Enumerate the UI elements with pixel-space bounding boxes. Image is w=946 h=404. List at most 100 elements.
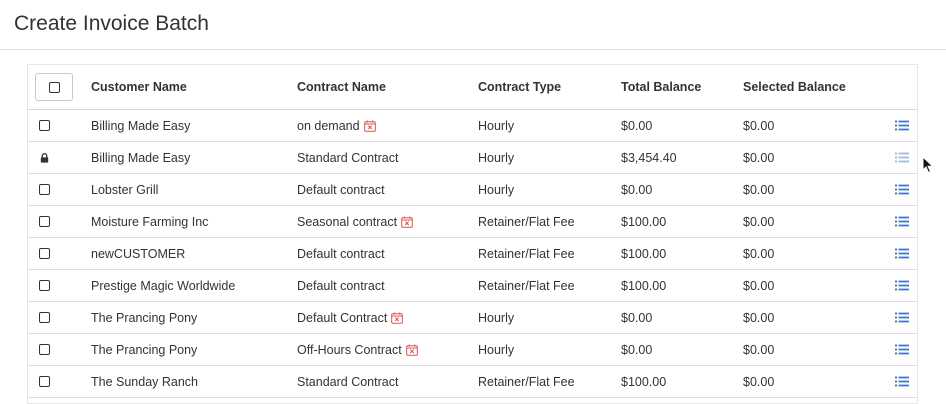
customer-name: Billing Made Easy [91,118,191,133]
total-balance: $0.00 [621,310,653,325]
contract-name-cell: Default contract [297,270,385,301]
row-select-checkbox[interactable] [38,174,50,205]
customer-name: The Prancing Pony [91,310,198,325]
table-row: Prestige Magic Worldwide Default contract… [28,270,917,302]
contract-name-cell: Default Contract [297,302,404,333]
calendar-x-icon [405,344,418,356]
contract-name-cell: Standard Contract [297,142,398,173]
header-contract-type[interactable]: Contract Type [478,65,561,109]
contract-name: Standard Contract [297,150,399,165]
contract-name: Default contract [297,246,385,261]
row-select-checkbox[interactable] [38,110,50,141]
contract-name-cell: on demand [297,110,376,141]
customer-name: The Sunday Ranch [91,374,199,389]
table-row: Billing Made Easy Standard Contract Hourly… [28,142,917,174]
row-select-checkbox[interactable] [38,238,50,269]
customer-name: Prestige Magic Worldwide [91,278,236,293]
invoice-batch-table: Customer Name Contract Name Contract Typ… [27,64,918,404]
list-icon [895,152,909,163]
table-row: The Prancing Pony Default Contract Hourly $… [28,302,917,334]
row-select-checkbox[interactable] [38,366,50,397]
header-selected-balance[interactable]: Selected Balance [743,65,846,109]
contract-name: Default Contract [297,310,388,325]
select-all-button[interactable] [35,73,73,101]
selected-balance: $0.00 [743,118,775,133]
row-checkbox-icon [38,216,50,227]
contract-name-cell: Default contract [297,174,385,205]
contract-name: on demand [297,118,360,133]
total-balance: $3,454.40 [621,150,677,165]
selected-balance: $0.00 [743,214,775,229]
table-row: The Prancing Pony Off-Hours Contract Hourl… [28,334,917,366]
table-row: Moisture Farming Inc Seasonal contract Ret… [28,206,917,238]
row-checkbox-icon [38,248,50,259]
header-contract-name[interactable]: Contract Name [297,65,386,109]
contract-name-cell: Default contract [297,238,385,269]
page-header: Create Invoice Batch [0,0,946,50]
contract-name-cell: Off-Hours Contract [297,334,418,365]
table-header-row: Customer Name Contract Name Contract Typ… [28,65,917,110]
contract-type: Hourly [478,342,515,357]
contract-name: Standard Contract [297,374,399,389]
row-select-checkbox[interactable] [38,334,50,365]
selected-balance: $0.00 [743,310,775,325]
row-checkbox-icon [38,312,50,323]
row-checkbox-icon [38,280,50,291]
total-balance: $100.00 [621,374,667,389]
total-balance: $100.00 [621,278,667,293]
calendar-x-icon [401,216,413,228]
contract-type: Hourly [478,118,515,133]
contract-name-cell: Seasonal contract [297,206,413,237]
contract-name: Default contract [297,182,385,197]
table-row: Lobster Grill Default contract Hourly $0.00… [28,174,917,206]
selected-balance: $0.00 [743,246,775,261]
list-icon [895,376,909,387]
contract-type: Retainer/Flat Fee [478,374,575,389]
selected-balance: $0.00 [743,278,775,293]
select-all-checkbox-icon [48,81,60,93]
selected-balance: $0.00 [743,374,775,389]
calendar-x-icon [363,120,376,132]
row-select-checkbox[interactable] [38,270,50,301]
contract-type: Retainer/Flat Fee [478,214,575,229]
row-checkbox-icon [38,120,50,131]
details-list-button[interactable] [890,334,914,365]
details-list-button[interactable] [890,110,914,141]
header-total-balance[interactable]: Total Balance [621,65,701,109]
details-list-button[interactable] [890,366,914,397]
customer-name: Billing Made Easy [91,150,191,165]
row-select-checkbox[interactable] [38,302,50,333]
contract-type: Hourly [478,182,515,197]
table-row: newCUSTOMER Default contract Retainer/Flat… [28,238,917,270]
row-checkbox-icon [38,184,50,195]
details-list-button[interactable] [890,270,914,301]
row-select-checkbox[interactable] [38,206,50,237]
contract-type: Hourly [478,150,515,165]
row-checkbox-icon [38,376,50,387]
customer-name: The Prancing Pony [91,342,198,357]
contract-name: Seasonal contract [297,214,398,229]
table-row: Billing Made Easy on demand Hourly $0.00 $0.… [28,110,917,142]
details-list-button[interactable] [890,238,914,269]
row-select-checkbox [38,142,50,173]
total-balance: $100.00 [621,246,667,261]
mouse-cursor-icon [922,156,934,174]
details-list-button[interactable] [890,302,914,333]
total-balance: $0.00 [621,182,653,197]
details-list-button[interactable] [890,142,914,173]
contract-type: Hourly [478,310,515,325]
list-icon [895,216,909,227]
list-icon [895,248,909,259]
list-icon [895,280,909,291]
selected-balance: $0.00 [743,182,775,197]
contract-type: Retainer/Flat Fee [478,246,575,261]
calendar-x-icon [391,312,404,324]
row-checkbox-icon [38,344,50,355]
header-customer-name[interactable]: Customer Name [91,65,187,109]
customer-name: newCUSTOMER [91,246,186,261]
details-list-button[interactable] [890,174,914,205]
list-icon [895,312,909,323]
details-list-button[interactable] [890,206,914,237]
list-icon [895,120,909,131]
selected-balance: $0.00 [743,150,775,165]
